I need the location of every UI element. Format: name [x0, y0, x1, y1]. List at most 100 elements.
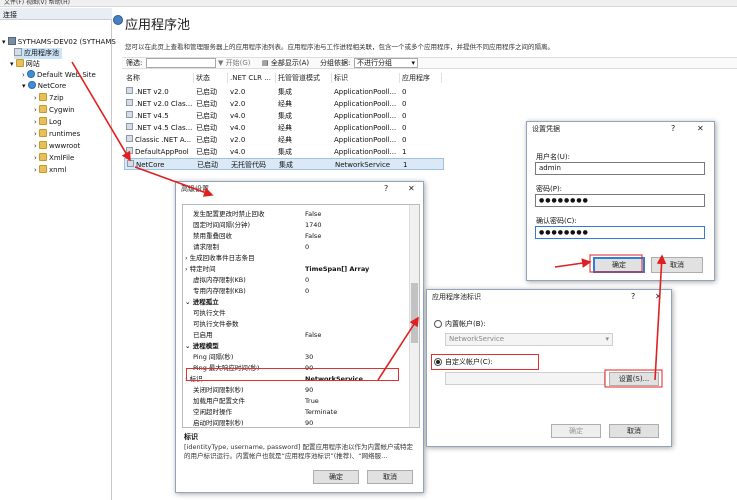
table-row[interactable]: .NET v2.0 Clas... 已启动 v2.0 经典 Applicatio…	[124, 98, 444, 110]
page-title: 应用程序池	[125, 18, 191, 33]
prop-category[interactable]: ⌄ 进程孤立	[185, 297, 407, 307]
app-pool-icon	[126, 87, 133, 94]
prop-row-expandable[interactable]: › 特定时间 TimeSpan[] Array	[185, 264, 407, 274]
tree-item-default-web-site[interactable]: › Default Web Site	[22, 70, 96, 81]
help-icon[interactable]: ?	[671, 122, 675, 136]
app-pool-icon	[126, 111, 133, 118]
folder-icon	[39, 93, 48, 101]
ok-button[interactable]: 确定	[551, 424, 601, 438]
prop-row[interactable]: 虚拟内存限制(KB) 0	[193, 275, 415, 285]
set-button[interactable]: 设置(S)...	[609, 372, 659, 386]
ok-button[interactable]: 确定	[313, 470, 359, 484]
group-by-label: 分组依据:	[320, 59, 351, 67]
highlight-custom-account	[431, 354, 539, 370]
app-pool-identity-dialog: 应用程序池标识 ? ✕ 内置帐户(B): NetworkService ▾ 自定义…	[426, 289, 672, 447]
prop-row[interactable]: 专用内存限制(KB) 0	[193, 286, 415, 296]
show-all-button[interactable]: ▤ 全部显示(A)	[262, 58, 309, 69]
tree-item-wwwroot[interactable]: › wwwroot	[34, 141, 80, 152]
username-input[interactable]: admin	[535, 162, 705, 175]
col-apps[interactable]: 应用程序	[402, 73, 442, 83]
folder-icon	[39, 165, 48, 173]
cancel-button[interactable]: 取消	[367, 470, 413, 484]
highlight-identity-row	[186, 368, 399, 381]
menu-bar: 文件(F) 视图(V) 帮助(H)	[0, 0, 737, 7]
connections-header: 连接	[0, 8, 112, 20]
tree-item-app-pools[interactable]: 应用程序池	[14, 48, 62, 59]
table-row[interactable]: .NET v4.5 Clas... 已启动 v4.0 经典 Applicatio…	[124, 122, 444, 134]
tree-item-log[interactable]: › Log	[34, 117, 62, 128]
cancel-button[interactable]: 取消	[609, 424, 659, 438]
page-description: 您可以在此页上查看和管理服务器上的应用程序池列表。应用程序池与工作进程相关联，包…	[125, 43, 554, 51]
prop-row[interactable]: 可执行文件	[193, 308, 415, 318]
group-by-select[interactable]: 不进行分组 ▾	[354, 58, 418, 68]
property-grid[interactable]: 发生配置更改时禁止回收 False 固定时间间隔(分钟) 1740 禁用重叠回收 Fa…	[182, 204, 420, 428]
builtin-account-select[interactable]: NetworkService ▾	[445, 333, 613, 346]
prop-row[interactable]: Ping 间隔(秒) 30	[193, 352, 415, 362]
folder-icon	[39, 117, 48, 125]
filter-input[interactable]	[146, 58, 216, 68]
app-pool-icon	[126, 147, 133, 154]
tree-item-sites[interactable]: ▾ 网站	[10, 59, 40, 70]
prop-row[interactable]: 固定时间间隔(分钟) 1740	[193, 220, 415, 230]
app-pool-icon	[14, 48, 22, 56]
cancel-button[interactable]: 取消	[651, 257, 703, 273]
prop-row[interactable]: 关闭时间限制(秒) 90	[193, 385, 415, 395]
table-row-selected[interactable]: NetCore 已启动 无托管代码 集成 NetworkService 1	[124, 158, 444, 170]
confirm-password-label: 确认密码(C):	[536, 217, 577, 225]
prop-row[interactable]: 加载用户配置文件 True	[193, 396, 415, 406]
builtin-account-radio[interactable]	[434, 320, 442, 328]
prop-row[interactable]: 启动时间限制(秒) 90	[193, 418, 415, 427]
tree-item-xnml[interactable]: › xnml	[34, 165, 66, 176]
help-icon[interactable]: ?	[384, 182, 388, 196]
server-icon	[7, 37, 16, 45]
filter-label: 筛选:	[126, 59, 143, 67]
table-row[interactable]: Classic .NET A... 已启动 v2.0 经典 Applicatio…	[124, 134, 444, 146]
tree-item-7zip[interactable]: › 7zip	[34, 93, 64, 104]
help-icon[interactable]: ?	[631, 290, 635, 304]
tree-item-server[interactable]: ▾ SYTHAMS-DEV02 (SYTHAMS	[2, 37, 116, 48]
folder-icon	[39, 141, 48, 149]
prop-row[interactable]: 已启用 False	[193, 330, 415, 340]
tree-item-cygwin[interactable]: › Cygwin	[34, 105, 75, 116]
description-text: [identityType, username, password] 配置应用程…	[184, 443, 413, 460]
folder-icon	[39, 129, 48, 137]
col-identity[interactable]: 标识	[334, 73, 400, 83]
prop-row[interactable]: 禁用重叠回收 False	[193, 231, 415, 241]
prop-row-expandable[interactable]: › 生成回收事件日志条目	[185, 253, 407, 263]
dialog-title-bar: 设置凭据 ? ✕	[527, 122, 714, 136]
prop-category[interactable]: ⌄ 进程模型	[185, 341, 407, 351]
filter-bar: 筛选: ▼ 开始(G) ▤ 全部显示(A) 分组依据: 不进行分组 ▾	[122, 57, 737, 69]
col-pipeline[interactable]: 托管管道模式	[278, 73, 332, 83]
table-row[interactable]: .NET v2.0 已启动 v2.0 集成 ApplicationPooll..…	[124, 86, 444, 98]
col-name[interactable]: 名称	[126, 73, 194, 83]
close-icon[interactable]: ✕	[697, 122, 704, 136]
password-label: 密码(P):	[536, 185, 563, 193]
dialog-title-bar: 应用程序池标识 ? ✕	[427, 290, 671, 304]
close-icon[interactable]: ✕	[655, 290, 662, 304]
ok-button[interactable]: 确定	[593, 257, 645, 273]
table-row[interactable]: DefaultAppPool 已启动 v4.0 集成 ApplicationPo…	[124, 146, 444, 158]
dialog-title-bar: 高级设置 ? ✕	[176, 182, 423, 196]
col-status[interactable]: 状态	[196, 73, 228, 83]
set-credentials-dialog: 设置凭据 ? ✕ 用户名(U): admin 密码(P): ●●●●●●●● 确…	[526, 121, 715, 281]
col-clr[interactable]: .NET CLR ...	[230, 73, 276, 83]
close-icon[interactable]: ✕	[408, 182, 415, 196]
tree-item-xmlfile[interactable]: › XmlFile	[34, 153, 74, 164]
tree-item-netcore[interactable]: ▾ NetCore	[22, 81, 66, 92]
tree-item-runtimes[interactable]: › runtimes	[34, 129, 80, 140]
confirm-password-input[interactable]: ●●●●●●●●	[535, 226, 705, 239]
globe-icon	[27, 70, 36, 78]
prop-row[interactable]: 可执行文件参数	[193, 319, 415, 329]
prop-row[interactable]: 空闲超时操作 Terminate	[193, 407, 415, 417]
folder-icon	[39, 153, 48, 161]
prop-row[interactable]: 请求限制 0	[193, 242, 415, 252]
app-pool-icon	[127, 160, 134, 167]
prop-row[interactable]: 发生配置更改时禁止回收 False	[193, 209, 415, 219]
password-input[interactable]: ●●●●●●●●	[535, 194, 705, 207]
folder-icon	[39, 105, 48, 113]
advanced-settings-dialog: 高级设置 ? ✕ 发生配置更改时禁止回收 False 固定时间间隔(分钟) 1740…	[175, 181, 424, 493]
globe-icon	[27, 81, 36, 89]
custom-account-field[interactable]	[445, 372, 605, 385]
table-row[interactable]: .NET v4.5 已启动 v4.0 集成 ApplicationPooll..…	[124, 110, 444, 122]
filter-start-button[interactable]: ▼ 开始(G)	[218, 58, 251, 69]
